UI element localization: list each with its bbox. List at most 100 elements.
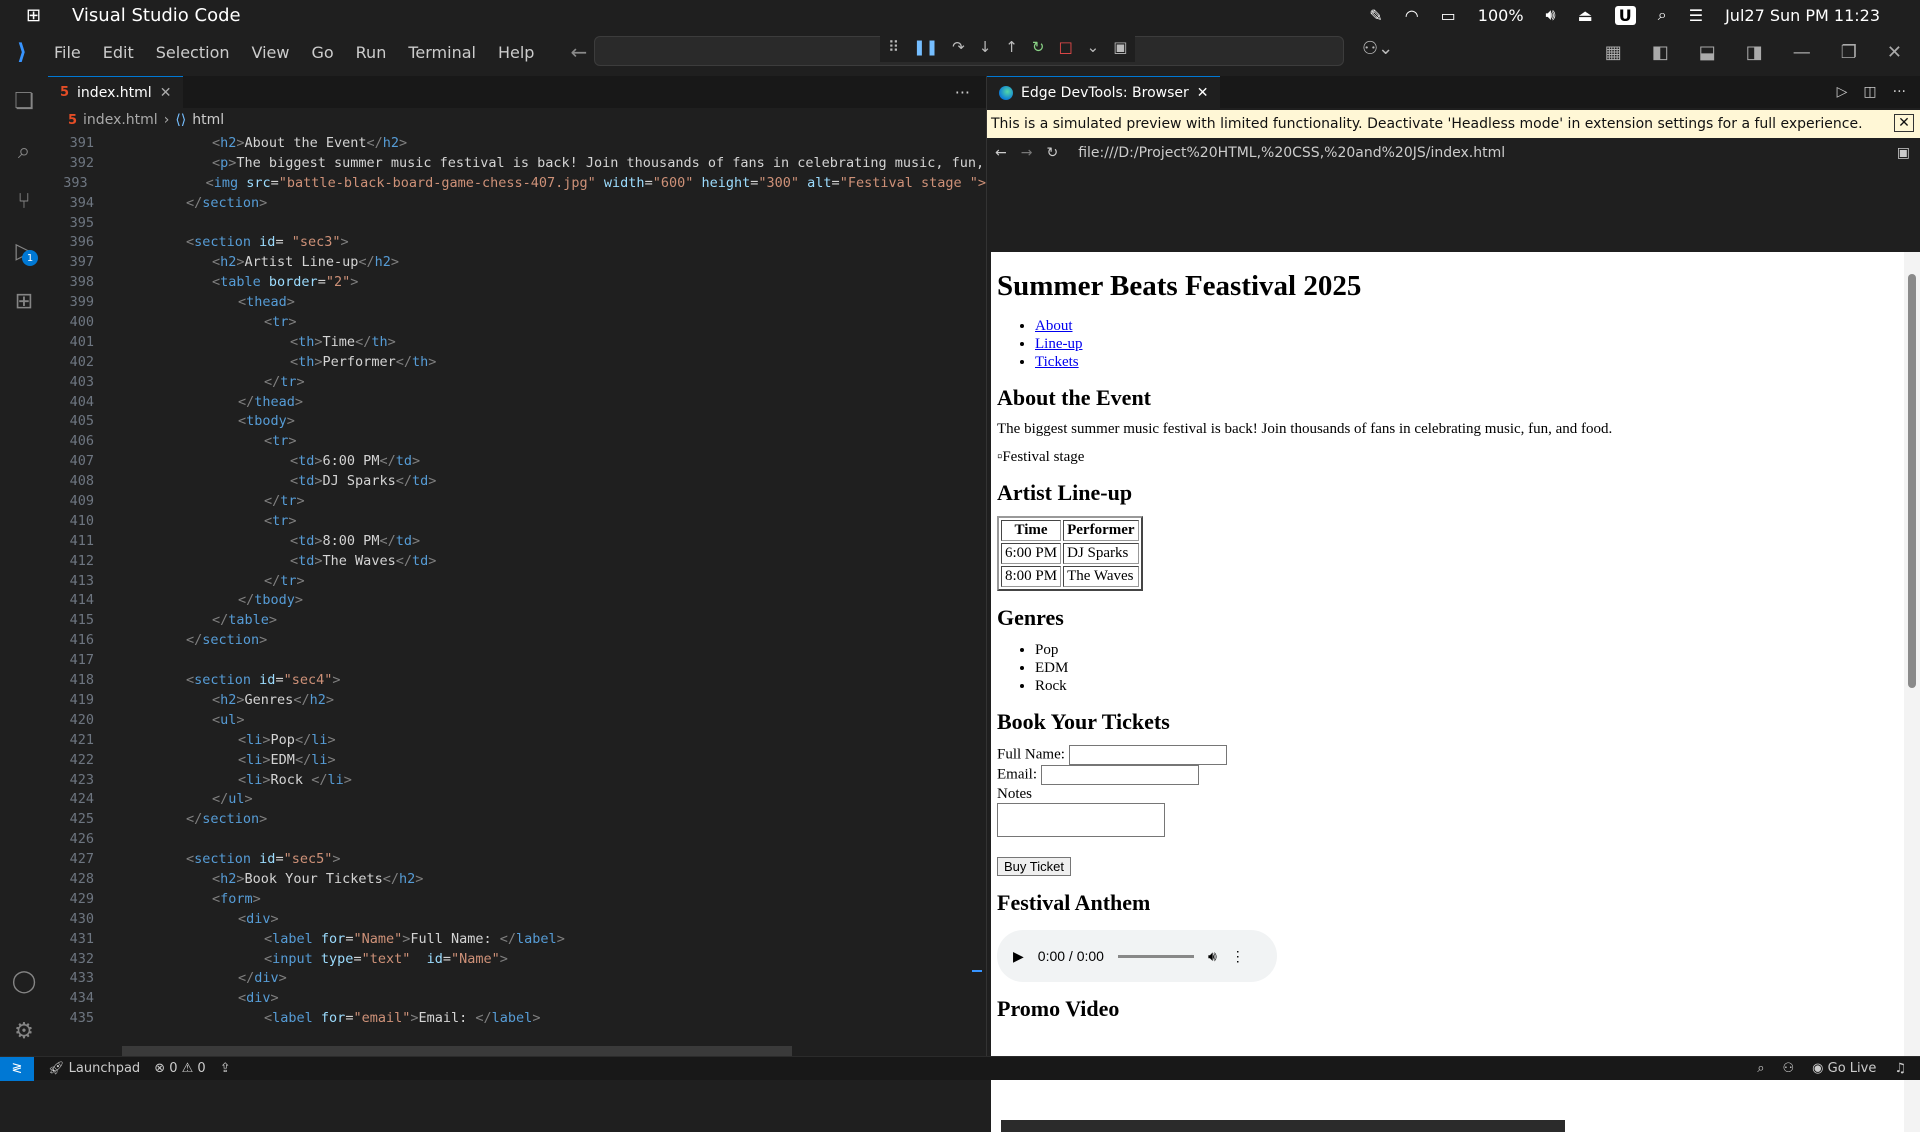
code-line[interactable]: 431 <label for="Name">Full Name: </label> [48,930,986,950]
extensions-icon[interactable]: ⊞ [0,276,48,326]
page-vertical-scrollbar[interactable] [1904,252,1920,1132]
code-line[interactable]: 427 <section id="sec5"> [48,850,986,870]
nav-link-tickets[interactable]: Tickets [1035,354,1079,370]
menu-item-run[interactable]: Run [356,43,387,62]
menu-item-selection[interactable]: Selection [156,43,230,62]
reload-icon[interactable]: ↻ [1046,145,1058,161]
code-line[interactable]: 407 <td>6:00 PM</td> [48,452,986,472]
code-line[interactable]: 432 <input type="text" id="Name"> [48,950,986,970]
explorer-icon[interactable]: ❏ [0,76,48,126]
control-center-icon[interactable]: ☰ [1689,6,1703,25]
menu-item-file[interactable]: File [54,43,81,62]
code-line[interactable]: 428 <h2>Book Your Tickets</h2> [48,870,986,890]
code-line[interactable]: 414 </tbody> [48,591,986,611]
code-line[interactable]: 430 <div> [48,910,986,930]
editor-tab-index-html[interactable]: 5 index.html ✕ [48,76,184,108]
drag-handle-icon[interactable]: ⠿ [888,38,899,56]
code-line[interactable]: 398 <table border="2"> [48,273,986,293]
code-line[interactable]: 406 <tr> [48,432,986,452]
code-line[interactable]: 413 </tr> [48,572,986,592]
code-line[interactable]: 405 <tbody> [48,412,986,432]
code-line[interactable]: 429 <form> [48,890,986,910]
menu-item-help[interactable]: Help [498,43,534,62]
name-input[interactable] [1068,745,1227,765]
notes-textarea[interactable] [997,803,1165,837]
code-line[interactable]: 391 <h2>About the Event</h2> [48,134,986,154]
search-icon[interactable]: ⌕ [0,126,48,176]
code-line[interactable]: 395 [48,214,986,234]
code-line[interactable]: 415 </table> [48,611,986,631]
code-line[interactable]: 399 <thead> [48,293,986,313]
run-icon[interactable]: ▷ [1837,84,1848,100]
eject-icon[interactable]: ⏏ [1578,6,1593,25]
code-line[interactable]: 392 <p>The biggest summer music festival … [48,154,986,174]
close-tab-icon[interactable]: ✕ [1197,85,1209,101]
copilot-icon[interactable]: ⚇⌄ [1362,38,1393,59]
forward-icon[interactable]: → [1021,145,1033,161]
notifications-bell-icon[interactable]: ♫ [1894,1061,1906,1076]
code-line[interactable]: 419 <h2>Genres</h2> [48,691,986,711]
code-line[interactable]: 403 </tr> [48,373,986,393]
toggle-panel-icon[interactable]: ⬓ [1699,42,1716,63]
battery-level[interactable]: 100% [1478,6,1524,25]
video-player[interactable] [1001,1120,1565,1132]
copilot-status-icon[interactable]: ⚇ [1782,1061,1794,1076]
code-line[interactable]: 416 </section> [48,631,986,651]
code-line[interactable]: 397 <h2>Artist Line-up</h2> [48,253,986,273]
code-line[interactable]: 394 </section> [48,194,986,214]
code-line[interactable]: 426 [48,830,986,850]
code-line[interactable]: 404 </thead> [48,393,986,413]
code-line[interactable]: 436<input type="email" id="email"> [48,1029,986,1032]
menu-item-terminal[interactable]: Terminal [408,43,476,62]
step-over-icon[interactable]: ↷ [952,38,965,56]
audio-seek-bar[interactable] [1117,954,1194,958]
volume-icon[interactable]: 🔊︎ [1546,5,1556,25]
code-line[interactable]: 408 <td>DJ Sparks</td> [48,472,986,492]
code-area[interactable]: 391 <h2>About the Event</h2> 392 <p>The big… [48,134,986,1032]
restore-icon[interactable]: ❐ [1841,42,1857,63]
step-into-icon[interactable]: ↓ [979,38,992,56]
code-line[interactable]: 417 [48,651,986,671]
back-icon[interactable]: ← [995,145,1007,161]
account-icon[interactable]: ◯ [0,956,48,1006]
code-line[interactable]: 402 <th>Performer</th> [48,353,986,373]
display-icon[interactable]: ▭ [1441,6,1456,25]
breadcrumb-file[interactable]: index.html [83,112,158,128]
breadcrumb-symbol[interactable]: html [192,112,224,128]
restart-icon[interactable]: ↻ [1032,38,1045,56]
wifi-icon[interactable]: ◠ [1405,6,1419,25]
code-line[interactable]: 393 <img src="battle-black-board-game-che… [48,174,986,194]
code-line[interactable]: 412 <td>The Waves</td> [48,552,986,572]
nav-link-about[interactable]: About [1035,318,1073,334]
run-debug-icon[interactable]: ▷1 [0,226,48,276]
screencast-icon[interactable]: ▣ [1897,145,1910,161]
screencast-icon[interactable]: ▣ [1113,38,1127,56]
code-line[interactable]: 420 <ul> [48,711,986,731]
code-line[interactable]: 423 <li>Rock </li> [48,771,986,791]
scrollbar-thumb[interactable] [1908,274,1916,688]
preview-tab[interactable]: Edge DevTools: Browser ✕ [987,76,1221,108]
live-share-icon[interactable]: ⇪ [220,1061,231,1076]
more-actions-icon[interactable]: ··· [1893,84,1906,100]
code-line[interactable]: 396 <section id= "sec3"> [48,233,986,253]
menu-item-go[interactable]: Go [311,43,333,62]
code-line[interactable]: 410 <tr> [48,512,986,532]
search-icon[interactable]: ⌕ [1658,5,1667,25]
code-line[interactable]: 400 <tr> [48,313,986,333]
pen-icon[interactable]: ✎ [1369,6,1382,25]
windows-logo-icon[interactable]: ⊞ [26,5,56,26]
code-line[interactable]: 434 <div> [48,989,986,1009]
code-line[interactable]: 433 </div> [48,969,986,989]
code-line[interactable]: 418 <section id="sec4"> [48,671,986,691]
email-input[interactable] [1040,765,1199,785]
code-line[interactable]: 424 </ul> [48,790,986,810]
pause-icon[interactable]: ❚❚ [913,38,938,56]
close-banner-icon[interactable]: ✕ [1894,114,1914,132]
nav-link-lineup[interactable]: Line-up [1035,336,1082,352]
horizontal-scrollbar[interactable] [122,1046,792,1056]
audio-menu-icon[interactable]: ⋮ [1231,948,1245,965]
code-line[interactable]: 401 <th>Time</th> [48,333,986,353]
clock[interactable]: Jul27 Sun PM 11:23 [1725,6,1880,25]
step-out-icon[interactable]: ↑ [1005,38,1018,56]
play-icon[interactable]: ▶ [1013,948,1024,965]
